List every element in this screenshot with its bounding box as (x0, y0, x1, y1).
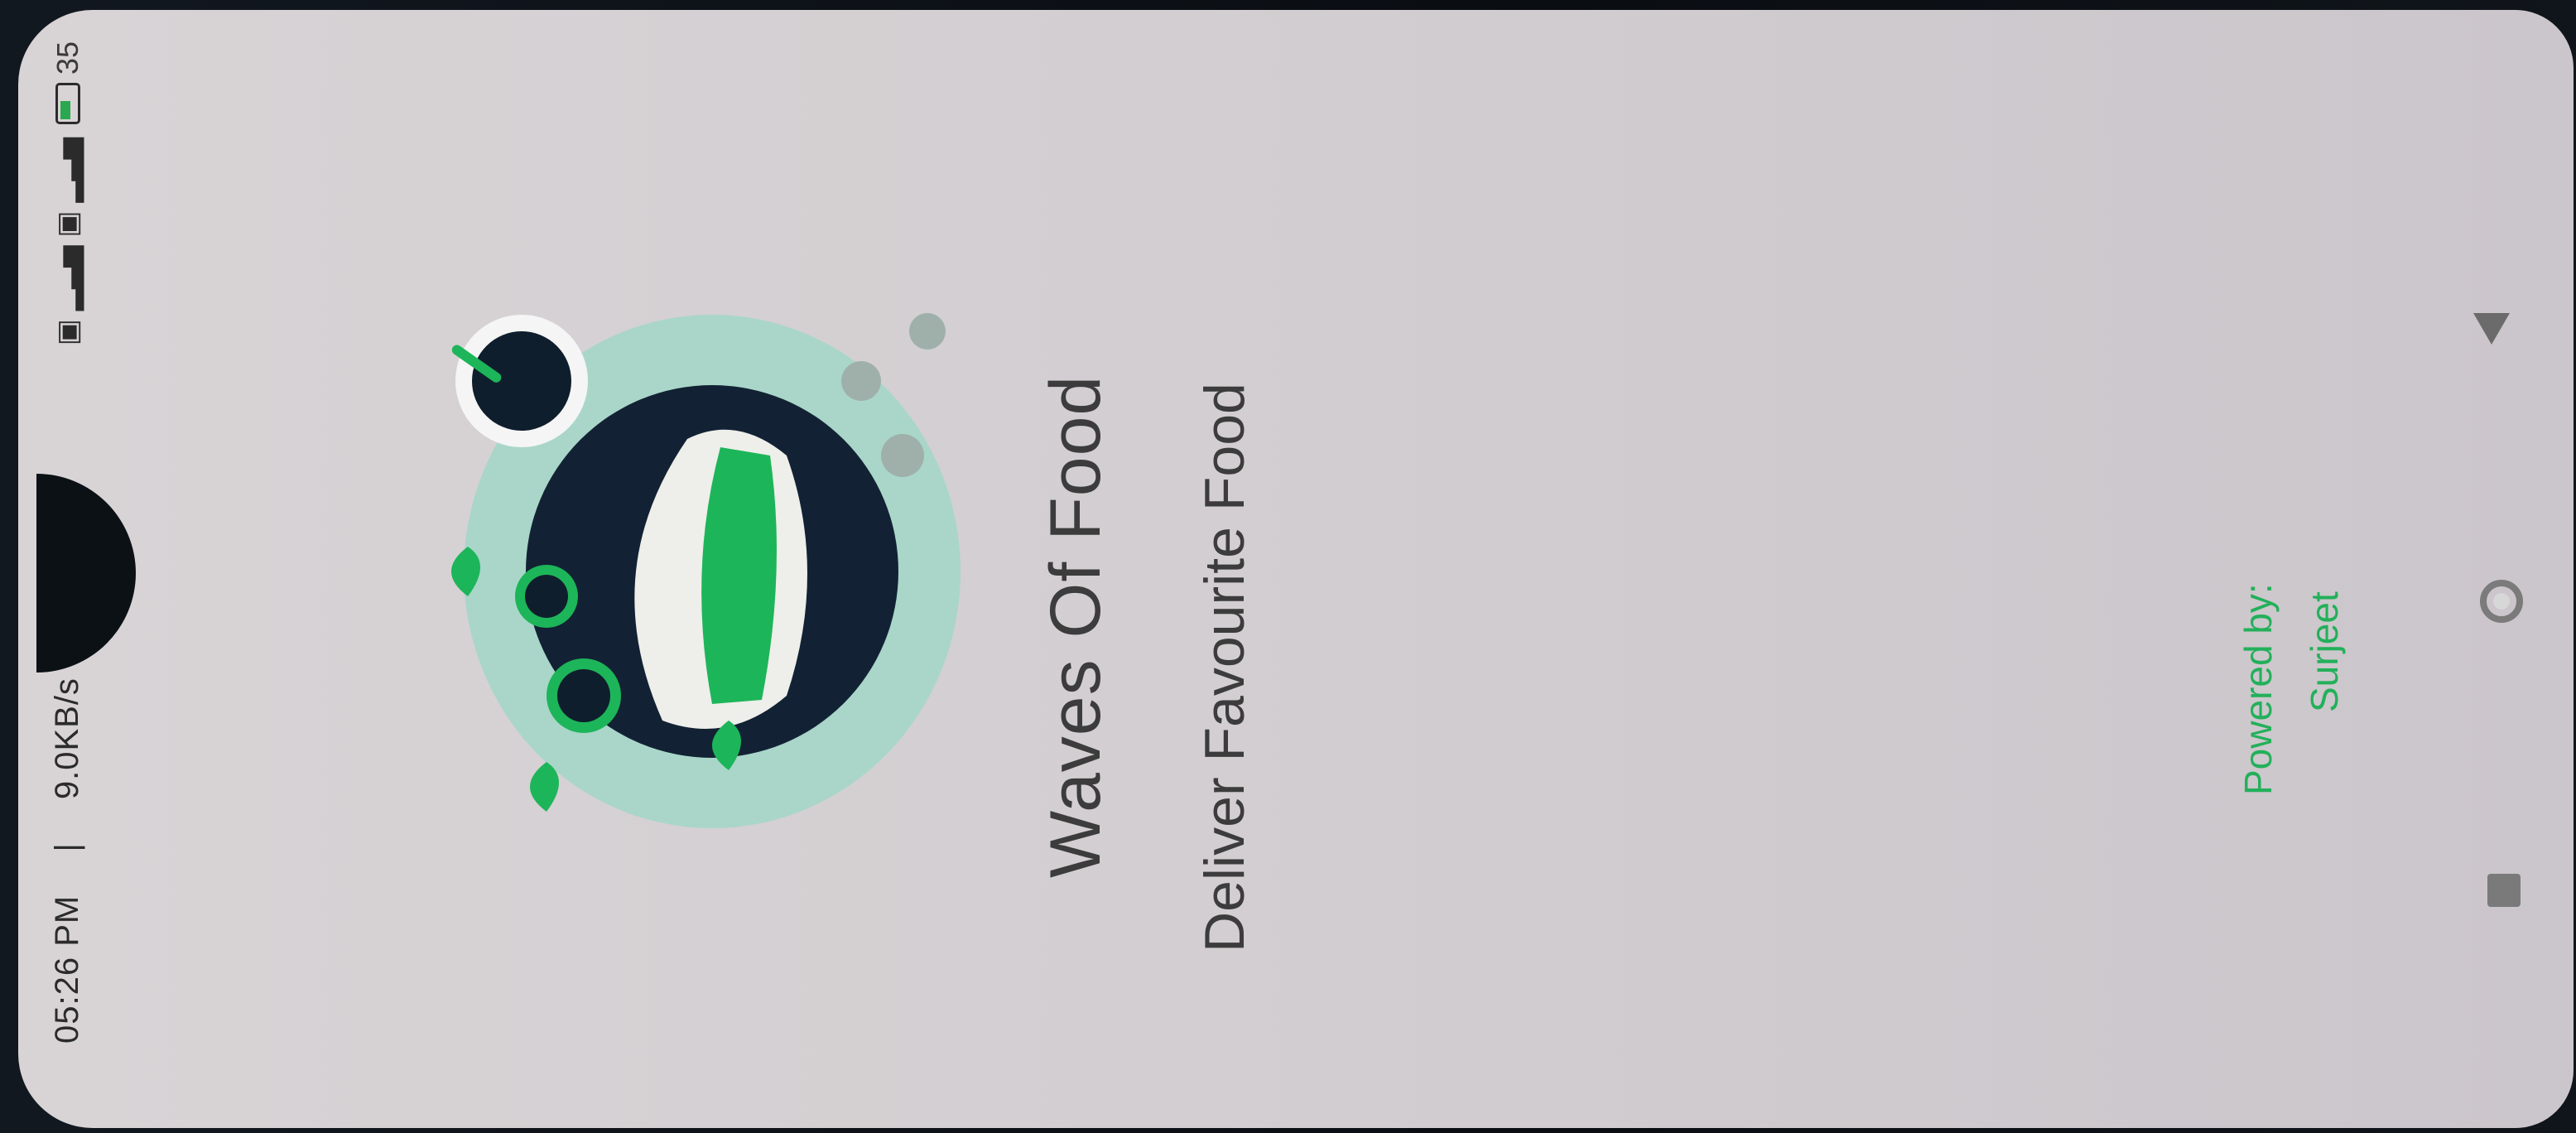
food-illustration (451, 313, 961, 828)
signal-icon: ▂▃▅ (51, 245, 84, 311)
wifi-signal-icon: ▂▃▅ (51, 137, 84, 203)
back-icon[interactable] (2473, 313, 2510, 345)
app-subtitle: Deliver Favourite Food (1193, 383, 1256, 952)
olive (881, 434, 924, 477)
sim-icon: ▣ (51, 319, 84, 346)
wrap-band (701, 447, 777, 704)
battery-icon (55, 83, 80, 125)
powered-by-name: Surjeet (2303, 591, 2346, 712)
battery-level: 35 (50, 41, 84, 75)
olive (909, 313, 946, 350)
recents-icon[interactable] (2487, 874, 2521, 907)
phone-screen (18, 10, 2574, 1128)
home-icon[interactable] (2480, 580, 2523, 623)
sim-icon: ▣ (51, 210, 84, 238)
powered-by-label: Powered by: (2237, 583, 2280, 795)
status-bar: 05:26 PM | 9.0KB/s ▣ ▂▃▅ ▣ ▂▃▅ 35 (28, 33, 107, 1110)
app-title: Waves Of Food (1036, 374, 1115, 878)
olive (841, 361, 881, 401)
